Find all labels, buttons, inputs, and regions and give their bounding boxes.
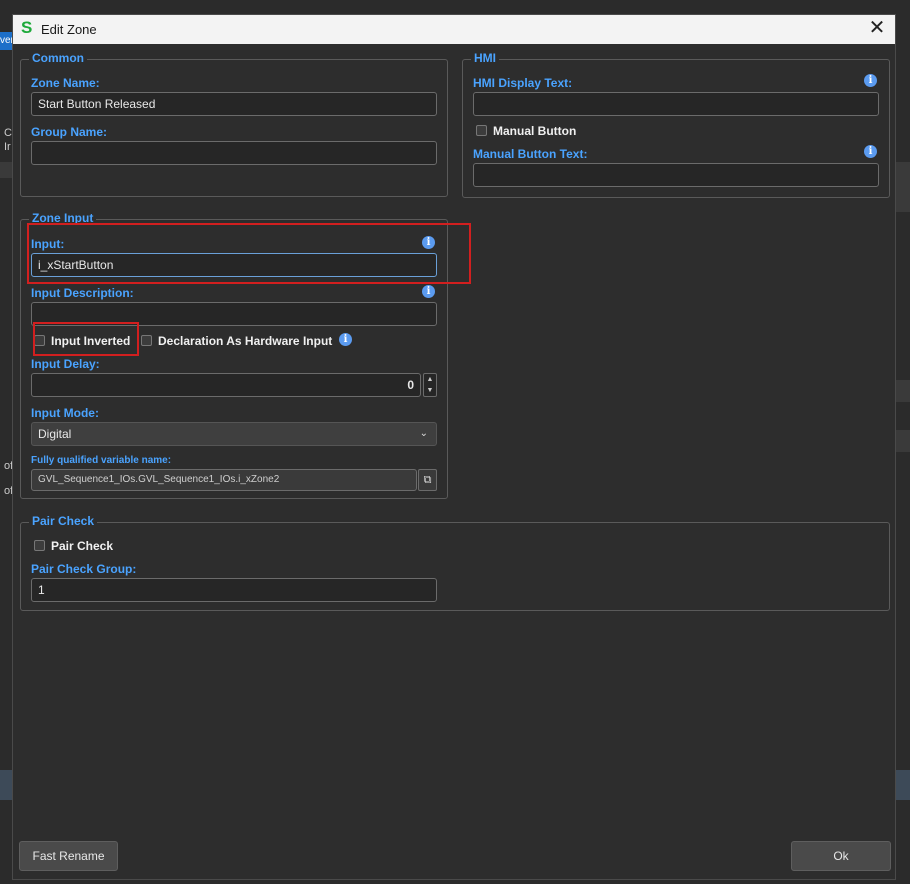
input-description-label: Input Description: bbox=[31, 286, 134, 300]
hmi-display-text-input[interactable] bbox=[473, 92, 879, 116]
group-name-input[interactable] bbox=[31, 141, 437, 165]
input-delay-field[interactable]: 0 bbox=[31, 373, 421, 397]
input-mode-value: Digital bbox=[38, 427, 72, 441]
zone-name-input[interactable]: Start Button Released bbox=[31, 92, 437, 116]
inverted-highlight-box bbox=[33, 322, 139, 356]
common-group: Common Zone Name: Start Button Released … bbox=[20, 51, 448, 197]
background-tab: ver bbox=[0, 32, 12, 50]
input-delay-spinner[interactable]: ▲ ▼ bbox=[423, 373, 437, 397]
spin-down-icon[interactable]: ▼ bbox=[424, 385, 436, 396]
copy-icon[interactable]: ⧉ bbox=[418, 469, 437, 491]
pair-check-group-input[interactable]: 1 bbox=[31, 578, 437, 602]
hardware-input-info-icon[interactable]: i bbox=[339, 333, 352, 346]
hmi-display-info-icon[interactable]: i bbox=[864, 74, 877, 87]
background-strip bbox=[896, 770, 910, 800]
fast-rename-button[interactable]: Fast Rename bbox=[19, 841, 118, 871]
background-strip bbox=[896, 430, 910, 452]
background-strip bbox=[0, 162, 12, 178]
ok-button[interactable]: Ok bbox=[791, 841, 891, 871]
close-button[interactable]: ✕ bbox=[865, 17, 889, 41]
title-bar: S Edit Zone ✕ bbox=[13, 15, 895, 44]
hmi-group: HMI HMI Display Text: i Manual Button Ma… bbox=[462, 51, 890, 198]
pair-check-group-label: Pair Check Group: bbox=[31, 562, 137, 576]
pair-check-label: Pair Check bbox=[51, 539, 114, 553]
manual-button-label: Manual Button bbox=[493, 124, 577, 138]
manual-button-checkbox[interactable] bbox=[476, 125, 487, 136]
input-delay-label: Input Delay: bbox=[31, 357, 100, 371]
hardware-input-label: Declaration As Hardware Input bbox=[158, 334, 333, 348]
group-name-label: Group Name: bbox=[31, 125, 108, 139]
hmi-display-text-label: HMI Display Text: bbox=[473, 76, 573, 90]
pair-check-legend: Pair Check bbox=[29, 514, 98, 528]
edit-zone-dialog: S Edit Zone ✕ Common Zone Name: Start Bu… bbox=[12, 14, 896, 880]
background-strip bbox=[896, 162, 910, 212]
hmi-legend: HMI bbox=[471, 51, 499, 65]
common-legend: Common bbox=[29, 51, 87, 65]
pair-check-checkbox[interactable] bbox=[34, 540, 45, 551]
input-mode-select[interactable]: Digital ⌄ bbox=[31, 422, 437, 446]
input-description-info-icon[interactable]: i bbox=[422, 285, 435, 298]
background-text: Ir bbox=[4, 141, 11, 153]
dialog-title: Edit Zone bbox=[41, 22, 97, 37]
zone-name-label: Zone Name: bbox=[31, 76, 100, 90]
background-text: C bbox=[4, 127, 12, 139]
manual-button-text-label: Manual Button Text: bbox=[473, 147, 588, 161]
hardware-input-checkbox[interactable] bbox=[141, 335, 152, 346]
input-highlight-box bbox=[27, 223, 471, 284]
fqn-label: Fully qualified variable name: bbox=[31, 455, 172, 466]
spin-up-icon[interactable]: ▲ bbox=[424, 374, 436, 385]
background-strip bbox=[896, 380, 910, 402]
fqn-field[interactable]: GVL_Sequence1_IOs.GVL_Sequence1_IOs.i_xZ… bbox=[31, 469, 417, 491]
app-logo-icon: S bbox=[21, 18, 33, 37]
chevron-down-icon: ⌄ bbox=[419, 428, 428, 439]
manual-button-text-input[interactable] bbox=[473, 163, 879, 187]
input-mode-label: Input Mode: bbox=[31, 406, 99, 420]
pair-check-group: Pair Check Pair Check Pair Check Group: … bbox=[20, 514, 890, 611]
background-strip bbox=[0, 770, 12, 800]
manual-button-info-icon[interactable]: i bbox=[864, 145, 877, 158]
